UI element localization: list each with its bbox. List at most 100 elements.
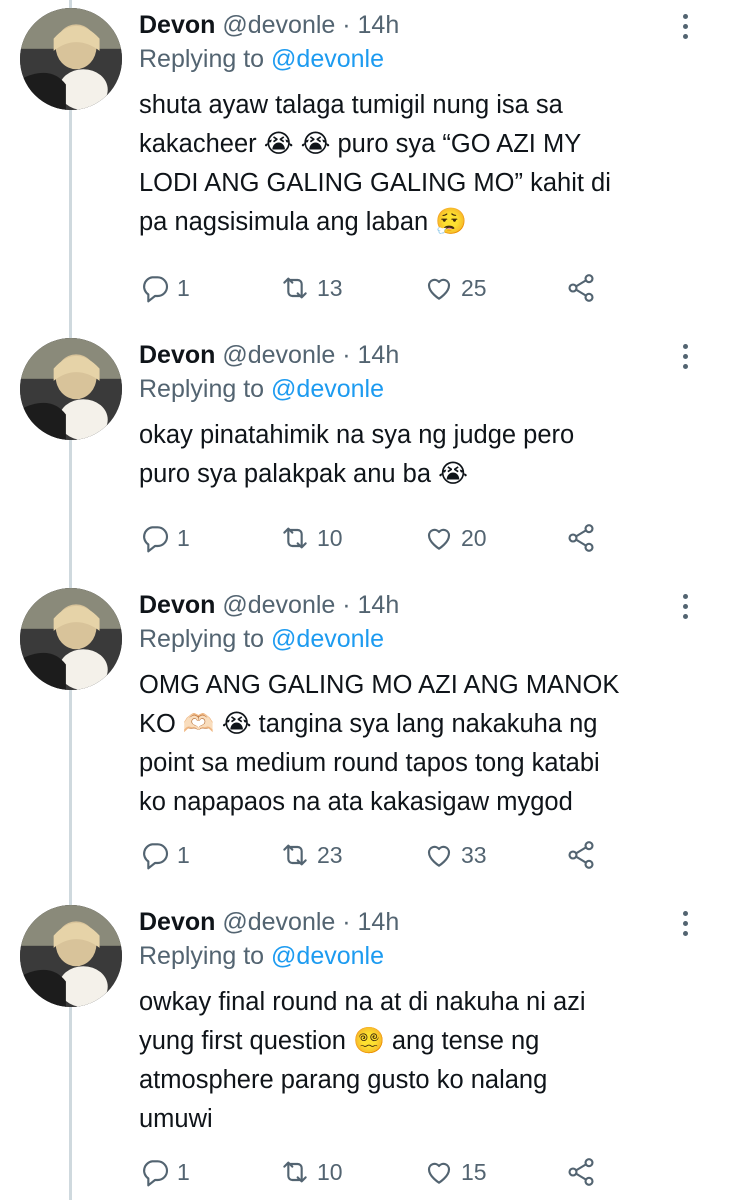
- like-icon: [427, 845, 451, 867]
- reply-button[interactable]: 1: [139, 838, 190, 872]
- replying-to: Replying to @devonle: [139, 42, 384, 76]
- avatar-image: [20, 8, 122, 110]
- replying-to-handle-link[interactable]: @devonle: [271, 942, 384, 970]
- tweet-text-line: pa nagsisimula ang laban 😮‍💨: [139, 208, 468, 236]
- replying-to: Replying to @devonle: [139, 622, 384, 656]
- tweet-text: OMG ANG GALING MO AZI ANG MANOK KO 🫶🏻 😭 …: [139, 666, 699, 822]
- tweet-text: owkay final round na at di nakuha ni azi…: [139, 983, 699, 1139]
- share-icon: [568, 524, 594, 552]
- retweet-icon: [283, 1161, 307, 1183]
- replying-to-prefix: Replying to: [139, 45, 272, 73]
- tweet-text-line: ko napapaos na ata kakasigaw mygod: [139, 788, 573, 816]
- replying-to-prefix: Replying to: [139, 942, 272, 970]
- share-button[interactable]: [565, 521, 597, 555]
- tweet-header: Devon @devonle · 14h: [139, 338, 399, 372]
- tweet-text-line: umuwi: [139, 1105, 213, 1133]
- like-icon: [427, 1162, 451, 1184]
- more-options-icon[interactable]: [677, 12, 695, 42]
- replying-to-prefix: Replying to: [139, 625, 272, 653]
- reply-count: 1: [177, 1158, 190, 1185]
- reply-icon: [143, 1160, 169, 1187]
- retweet-count: 23: [317, 841, 343, 868]
- tweet-text-line: KO 🫶🏻 😭 tangina sya lang nakakuha ng: [139, 710, 598, 738]
- tweet-text: okay pinatahimik na sya ng judge pero pu…: [139, 416, 699, 494]
- like-button[interactable]: 15: [423, 1155, 487, 1189]
- reply-button[interactable]: 1: [139, 1155, 190, 1189]
- retweet-count: 13: [317, 274, 343, 301]
- avatar-image: [20, 588, 122, 690]
- tweet-text-line: yung first question 😵‍💫 ang tense ng: [139, 1027, 540, 1055]
- replying-to-handle-link[interactable]: @devonle: [271, 625, 384, 653]
- tweet-text-line: kakacheer 😭 😭 puro sya “GO AZI MY: [139, 130, 582, 158]
- retweet-button[interactable]: 13: [279, 271, 343, 305]
- replying-to: Replying to @devonle: [139, 372, 384, 406]
- tweet-actions: 1 10 15: [139, 1155, 609, 1189]
- like-count: 20: [461, 524, 487, 551]
- like-count: 15: [461, 1158, 487, 1185]
- retweet-count: 10: [317, 1158, 343, 1185]
- reply-button[interactable]: 1: [139, 521, 190, 555]
- like-count: 25: [461, 274, 487, 301]
- tweet-header: Devon @devonle · 14h: [139, 905, 399, 939]
- tweet-actions: 1 13 25: [139, 271, 609, 305]
- more-options-icon[interactable]: [677, 909, 695, 939]
- share-button[interactable]: [565, 1155, 597, 1189]
- share-button[interactable]: [565, 271, 597, 305]
- retweet-button[interactable]: 23: [279, 838, 343, 872]
- replying-to-handle-link[interactable]: @devonle: [271, 375, 384, 403]
- tweet-text-line: OMG ANG GALING MO AZI ANG MANOK: [139, 671, 620, 699]
- tweet-text-line: point sa medium round tapos tong katabi: [139, 749, 600, 777]
- tweet-text-line: LODI ANG GALING GALING MO” kahit di: [139, 169, 611, 197]
- reply-count: 1: [177, 524, 190, 551]
- like-count: 33: [461, 841, 487, 868]
- tweet-text-line: owkay final round na at di nakuha ni azi: [139, 988, 586, 1016]
- reply-button[interactable]: 1: [139, 271, 190, 305]
- tweet-header: Devon @devonle · 14h: [139, 588, 399, 622]
- more-options-icon[interactable]: [677, 592, 695, 622]
- author-handle-time: @devonle · 14h: [215, 908, 400, 936]
- retweet-icon: [283, 527, 307, 549]
- reply-icon: [143, 843, 169, 870]
- author-name[interactable]: Devon: [139, 341, 215, 369]
- avatar-image: [20, 338, 122, 440]
- retweet-icon: [283, 277, 307, 299]
- reply-count: 1: [177, 274, 190, 301]
- more-options-icon[interactable]: [677, 342, 695, 372]
- replying-to-handle-link[interactable]: @devonle: [271, 45, 384, 73]
- reply-icon: [143, 526, 169, 553]
- reply-icon: [143, 276, 169, 303]
- avatar-image: [20, 905, 122, 1007]
- retweet-count: 10: [317, 524, 343, 551]
- like-button[interactable]: 33: [423, 838, 487, 872]
- author-name[interactable]: Devon: [139, 11, 215, 39]
- retweet-button[interactable]: 10: [279, 521, 343, 555]
- author-handle-time: @devonle · 14h: [215, 11, 400, 39]
- like-icon: [427, 528, 451, 550]
- avatar[interactable]: [20, 905, 122, 1007]
- retweet-button[interactable]: 10: [279, 1155, 343, 1189]
- author-handle-time: @devonle · 14h: [215, 341, 400, 369]
- avatar[interactable]: [20, 588, 122, 690]
- avatar[interactable]: [20, 8, 122, 110]
- like-icon: [427, 278, 451, 300]
- tweet-text-line: puro sya palakpak anu ba 😭: [139, 460, 468, 488]
- replying-to: Replying to @devonle: [139, 939, 384, 973]
- tweet-actions: 1 23 33: [139, 838, 609, 872]
- share-icon: [568, 274, 594, 302]
- avatar[interactable]: [20, 338, 122, 440]
- like-button[interactable]: 25: [423, 271, 487, 305]
- author-name[interactable]: Devon: [139, 591, 215, 619]
- tweet-actions: 1 10 20: [139, 521, 609, 555]
- tweet-text-line: okay pinatahimik na sya ng judge pero: [139, 421, 575, 449]
- tweet-text-line: atmosphere parang gusto ko nalang: [139, 1066, 548, 1094]
- author-handle-time: @devonle · 14h: [215, 591, 400, 619]
- tweet-header: Devon @devonle · 14h: [139, 8, 399, 42]
- share-icon: [568, 841, 594, 869]
- author-name[interactable]: Devon: [139, 908, 215, 936]
- share-button[interactable]: [565, 838, 597, 872]
- like-button[interactable]: 20: [423, 521, 487, 555]
- tweet-text: shuta ayaw talaga tumigil nung isa sa ka…: [139, 86, 699, 242]
- tweet-text-line: shuta ayaw talaga tumigil nung isa sa: [139, 91, 563, 119]
- share-icon: [568, 1158, 594, 1186]
- replying-to-prefix: Replying to: [139, 375, 272, 403]
